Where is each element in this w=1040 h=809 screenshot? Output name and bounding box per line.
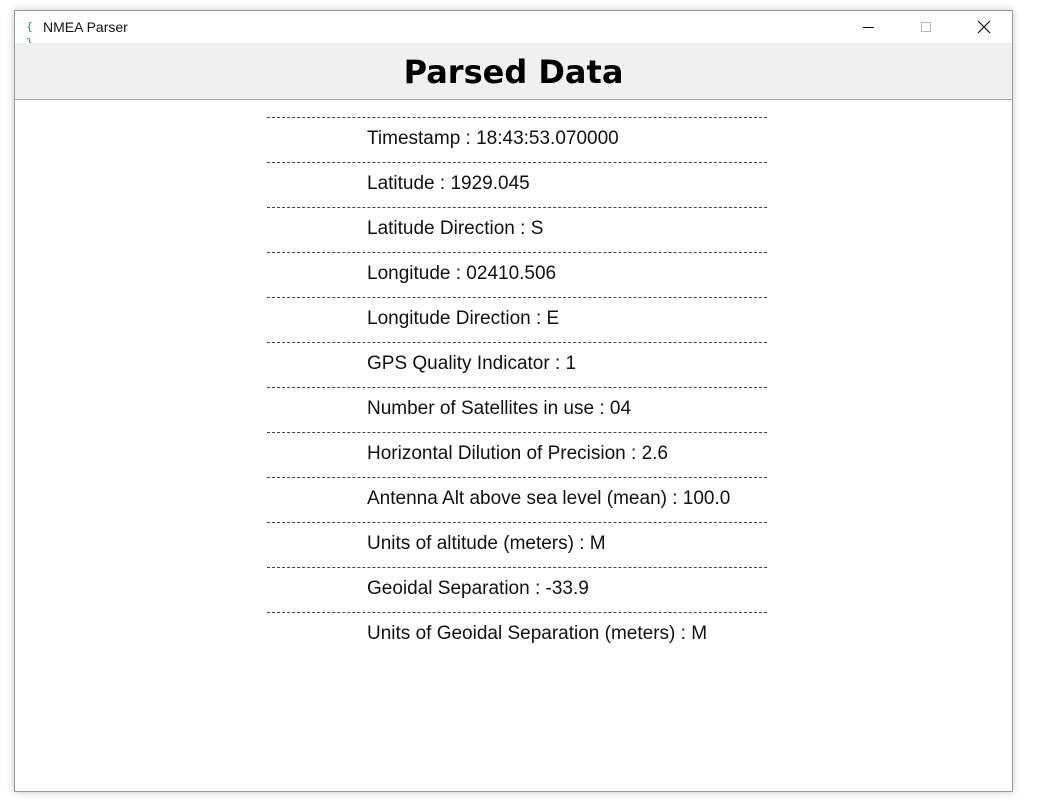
window-title: NMEA Parser [43, 19, 128, 35]
title-bar[interactable]: { } NMEA Parser [15, 11, 1012, 49]
header-bar: Parsed Data [15, 43, 1012, 100]
close-icon [977, 20, 991, 34]
maximize-icon [921, 22, 931, 32]
parsed-fields-list: Timestamp : 18:43:53.070000 Latitude : 1… [267, 117, 767, 657]
app-window: { } NMEA Parser Parsed Data Timestamp : … [14, 10, 1013, 792]
field-hdop: Horizontal Dilution of Precision : 2.6 [367, 443, 668, 464]
content-area: Timestamp : 18:43:53.070000 Latitude : 1… [15, 100, 1012, 791]
field-latitude-direction: Latitude Direction : S [367, 218, 544, 239]
minimize-button[interactable] [839, 11, 897, 43]
field-gps-quality: GPS Quality Indicator : 1 [367, 353, 577, 374]
close-button[interactable] [955, 11, 1012, 43]
field-latitude: Latitude : 1929.045 [367, 173, 530, 194]
field-antenna-altitude: Antenna Alt above sea level (mean) : 100… [367, 488, 731, 509]
field-timestamp: Timestamp : 18:43:53.070000 [367, 128, 619, 149]
field-geoidal-units: Units of Geoidal Separation (meters) : M [367, 623, 708, 644]
field-satellites: Number of Satellites in use : 04 [367, 398, 632, 419]
field-geoidal-separation: Geoidal Separation : -33.9 [367, 578, 589, 599]
maximize-button[interactable] [897, 11, 955, 43]
braces-icon: { } [26, 20, 33, 49]
field-longitude: Longitude : 02410.506 [367, 263, 557, 284]
page-title: Parsed Data [403, 53, 624, 91]
field-altitude-units: Units of altitude (meters) : M [367, 533, 606, 554]
field-longitude-direction: Longitude Direction : E [367, 308, 560, 329]
minimize-icon [862, 26, 874, 28]
